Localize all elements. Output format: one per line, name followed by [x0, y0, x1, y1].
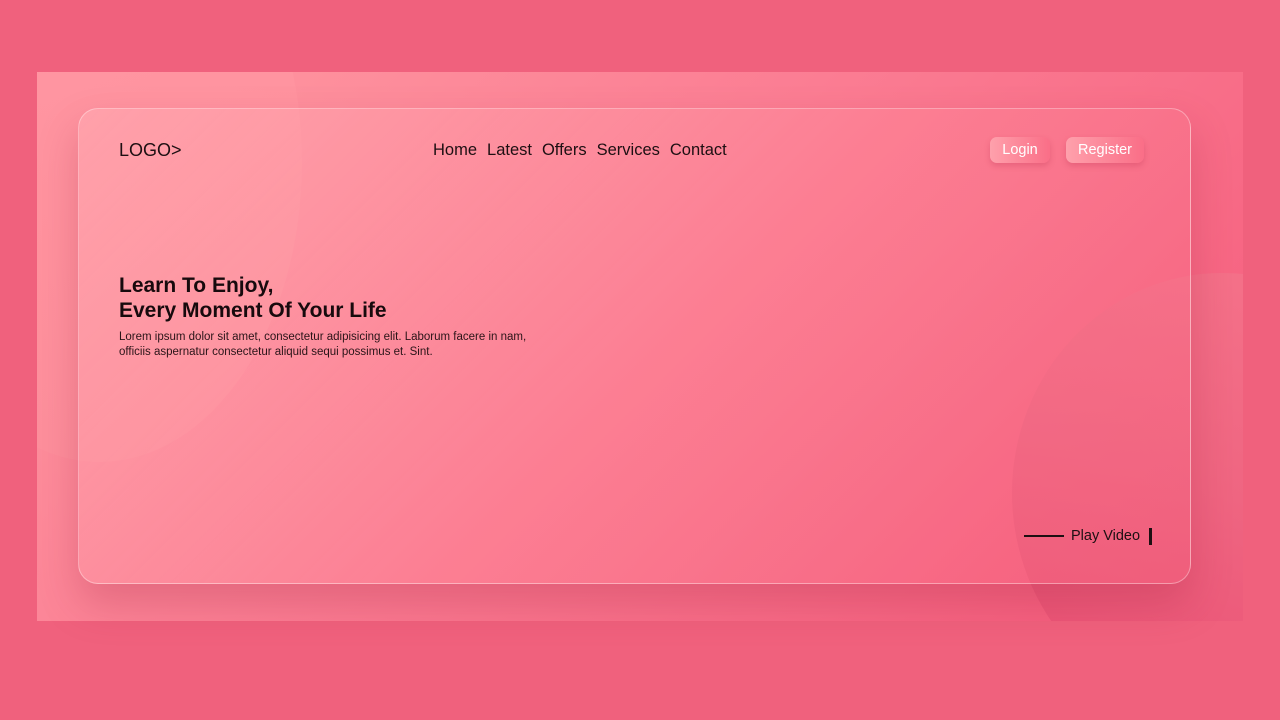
nav-item-contact[interactable]: Contact	[670, 141, 727, 160]
register-button[interactable]: Register	[1066, 137, 1144, 163]
play-video-label: Play Video	[1071, 528, 1141, 544]
play-video-line-icon	[1024, 535, 1064, 537]
nav-item-offers[interactable]: Offers	[542, 141, 587, 160]
hero-title: Learn To Enjoy, Every Moment Of Your Lif…	[119, 273, 387, 323]
play-video-button[interactable]: Play Video	[1024, 526, 1153, 546]
hero-title-line-1: Learn To Enjoy,	[119, 274, 274, 297]
glass-card: LOGO> Home Latest Offers Services Contac…	[78, 108, 1191, 584]
main-nav: Home Latest Offers Services Contact	[433, 141, 727, 160]
hero-description-line-2: officiis aspernatur consectetur aliquid …	[119, 345, 433, 358]
hero-title-line-2: Every Moment Of Your Life	[119, 299, 387, 322]
play-video-bar-icon	[1149, 527, 1153, 545]
hero-description: Lorem ipsum dolor sit amet, consectetur …	[119, 330, 569, 359]
nav-item-latest[interactable]: Latest	[487, 141, 532, 160]
login-button[interactable]: Login	[990, 137, 1050, 163]
hero-description-line-1: Lorem ipsum dolor sit amet, consectetur …	[119, 331, 527, 343]
logo[interactable]: LOGO>	[119, 140, 182, 161]
nav-item-services[interactable]: Services	[597, 141, 660, 160]
nav-item-home[interactable]: Home	[433, 141, 477, 160]
